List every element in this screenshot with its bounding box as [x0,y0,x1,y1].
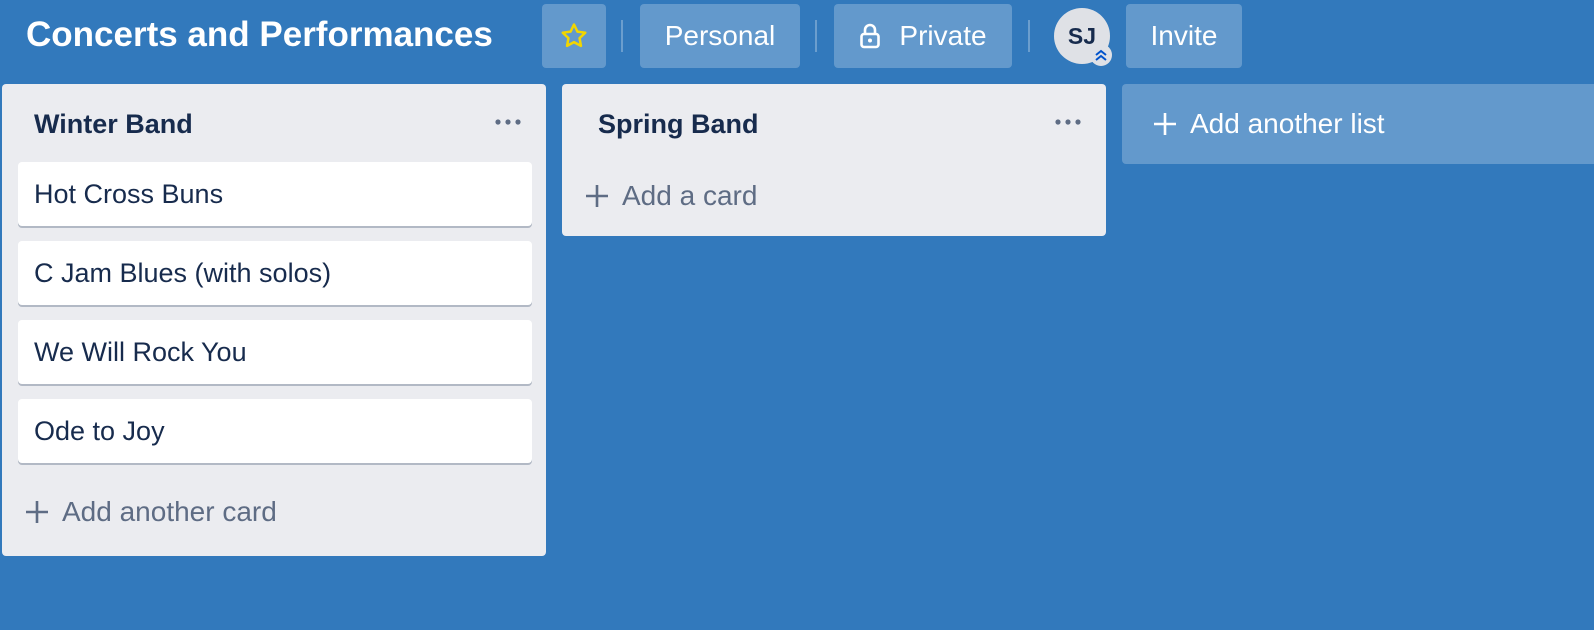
personal-button[interactable]: Personal [640,4,800,68]
card[interactable]: Ode to Joy [18,399,532,463]
invite-label: Invite [1150,20,1218,51]
header-divider [815,20,817,52]
header-divider [621,20,623,52]
list-winter-band: Winter Band Hot Cross Buns C Jam Blues (… [2,84,546,556]
member-avatar[interactable]: SJ [1054,8,1112,66]
plus-icon [584,183,610,209]
add-card-label: Add another card [62,496,277,527]
add-list-button[interactable]: Add another list [1122,84,1594,164]
star-button[interactable] [542,4,606,68]
add-card-button[interactable]: Add a card [584,178,757,214]
header-divider [1028,20,1030,52]
more-horizontal-icon [494,118,522,126]
list-spring-band: Spring Band Add a card [562,84,1106,236]
card[interactable]: C Jam Blues (with solos) [18,241,532,305]
card[interactable]: We Will Rock You [18,320,532,384]
add-list-label: Add another list [1190,108,1385,139]
plus-icon [24,499,50,525]
private-label: Private [899,20,987,51]
list-title[interactable]: Winter Band [34,106,193,142]
add-card-label: Add a card [622,180,758,211]
board-title[interactable]: Concerts and Performances [26,14,493,56]
visibility-private-button[interactable]: Private [834,4,1012,68]
list-title[interactable]: Spring Band [598,106,759,142]
list-menu-button[interactable] [1052,108,1084,136]
plus-icon [1152,111,1178,137]
card[interactable]: Hot Cross Buns [18,162,532,226]
avatar-initials: SJ [1067,22,1097,49]
lock-icon [859,23,881,49]
add-card-button[interactable]: Add another card [24,494,277,530]
board-header: Concerts and Performances Personal Priva… [0,0,1594,72]
star-icon [559,21,589,51]
admin-chevrons-icon [1090,44,1112,66]
invite-button[interactable]: Invite [1126,4,1242,68]
list-menu-button[interactable] [492,108,524,136]
personal-label: Personal [664,20,776,51]
more-horizontal-icon [1054,118,1082,126]
